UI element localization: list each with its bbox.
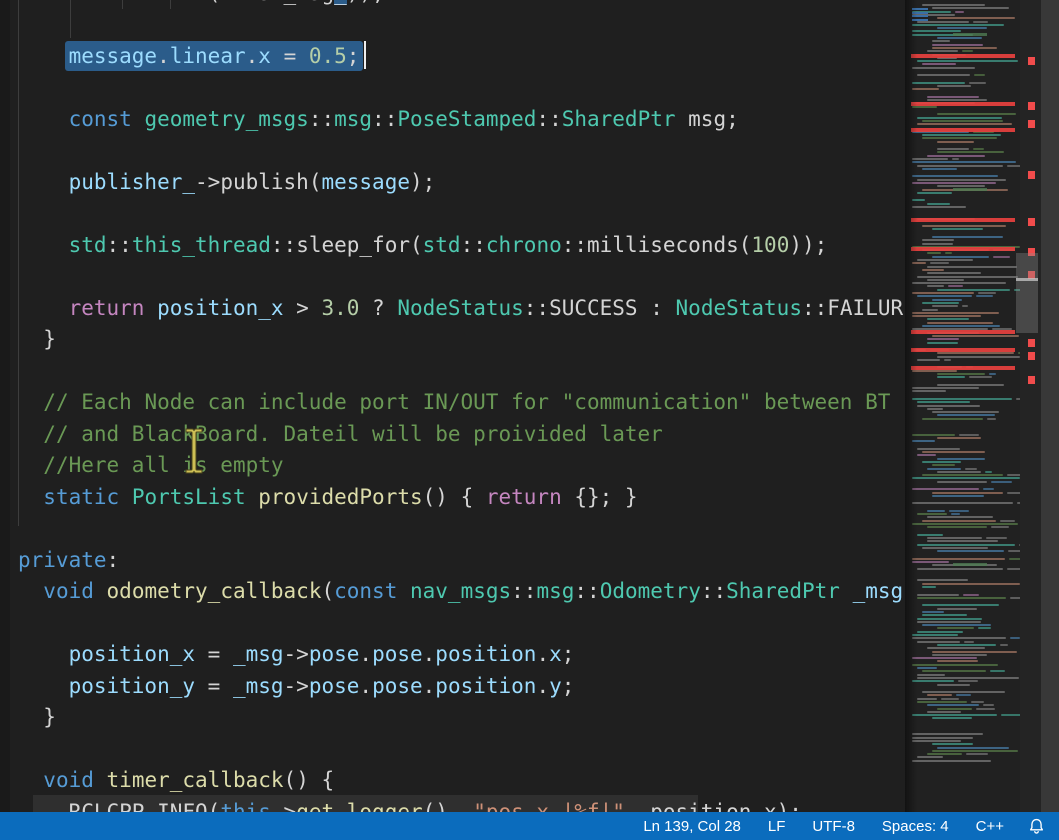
- minimap-error-line: [911, 348, 1015, 352]
- minimap-error-line: [911, 247, 1015, 251]
- vscode-editor-window: (twist_msg_)); message.linear.x = 0.5; c…: [0, 0, 1059, 840]
- minimap-error-line: [911, 218, 1015, 222]
- code-line[interactable]: (twist_msg_));: [18, 0, 385, 9]
- code-line[interactable]: // Each Node can include port IN/OUT for…: [18, 387, 890, 419]
- notifications-bell-button[interactable]: [1027, 817, 1046, 836]
- minimap-error-line: [911, 54, 1015, 58]
- overview-ruler-error-marker: [1028, 171, 1035, 179]
- code-line[interactable]: const geometry_msgs::msg::PoseStamped::S…: [18, 103, 739, 135]
- text-selection: message.linear.x = 0.5;: [65, 41, 364, 71]
- code-line[interactable]: RCLCPP_INFO(this->get_logger(), "pos x |…: [18, 796, 802, 812]
- code-line[interactable]: void timer_callback() {: [18, 765, 334, 797]
- code-line[interactable]: // and BlackBoard. Dateil will be proivi…: [18, 418, 663, 450]
- overview-ruler-error-marker: [1028, 218, 1035, 226]
- mouse-ibeam-cursor: [183, 428, 205, 474]
- text-cursor-caret: [364, 41, 366, 69]
- overview-ruler-error-marker: [1028, 352, 1035, 360]
- code-line[interactable]: publisher_->publish(message);: [18, 166, 435, 198]
- minimap-slider-edge: [1016, 278, 1038, 281]
- status-encoding[interactable]: UTF-8: [812, 818, 855, 835]
- status-indentation[interactable]: Spaces: 4: [882, 818, 949, 835]
- code-line[interactable]: //Here all is empty: [18, 450, 284, 482]
- scrollbar-track[interactable]: [1041, 0, 1059, 812]
- overview-ruler-error-marker: [1028, 120, 1035, 128]
- bell-icon: [1027, 817, 1046, 836]
- code-line[interactable]: std::this_thread::sleep_for(std::chrono:…: [18, 229, 827, 261]
- code-line[interactable]: }: [18, 702, 56, 734]
- code-line[interactable]: return position_x > 3.0 ? NodeStatus::SU…: [18, 292, 905, 324]
- minimap-error-line: [911, 128, 1015, 132]
- overview-ruler-error-marker: [1028, 339, 1035, 347]
- minimap-slider[interactable]: [1016, 253, 1038, 333]
- code-editor[interactable]: (twist_msg_)); message.linear.x = 0.5; c…: [0, 0, 905, 812]
- minimap-error-line: [911, 102, 1015, 106]
- editor-left-shade: [0, 0, 10, 812]
- status-language-mode[interactable]: C++: [976, 818, 1004, 835]
- minimap-error-line: [911, 330, 1015, 334]
- minimap-error-line: [911, 366, 1015, 370]
- overview-ruler-error-marker: [1028, 376, 1035, 384]
- code-line[interactable]: position_x = _msg->pose.pose.position.x;: [18, 639, 574, 671]
- status-eol-sequence[interactable]: LF: [768, 818, 786, 835]
- code-line[interactable]: position_y = _msg->pose.pose.position.y;: [18, 670, 574, 702]
- code-line[interactable]: static PortsList providedPorts() { retur…: [18, 481, 638, 513]
- minimap-section-separator: [953, 33, 987, 36]
- code-line[interactable]: void odometry_callback(const nav_msgs::m…: [18, 576, 903, 608]
- code-line[interactable]: message.linear.x = 0.5;: [18, 40, 359, 72]
- status-cursor-position[interactable]: Ln 139, Col 28: [643, 818, 741, 835]
- code-line[interactable]: }: [18, 324, 56, 356]
- minimap-section-separator: [953, 188, 987, 191]
- code-line[interactable]: private:: [18, 544, 119, 576]
- status-bar: Ln 139, Col 28 LF UTF-8 Spaces: 4 C++: [0, 812, 1059, 840]
- overview-ruler-error-marker: [1028, 57, 1035, 65]
- minimap-section-separator: [953, 563, 987, 566]
- overview-ruler-error-marker: [1028, 102, 1035, 110]
- minimap-shadow: [905, 0, 917, 812]
- minimap[interactable]: [905, 0, 1059, 812]
